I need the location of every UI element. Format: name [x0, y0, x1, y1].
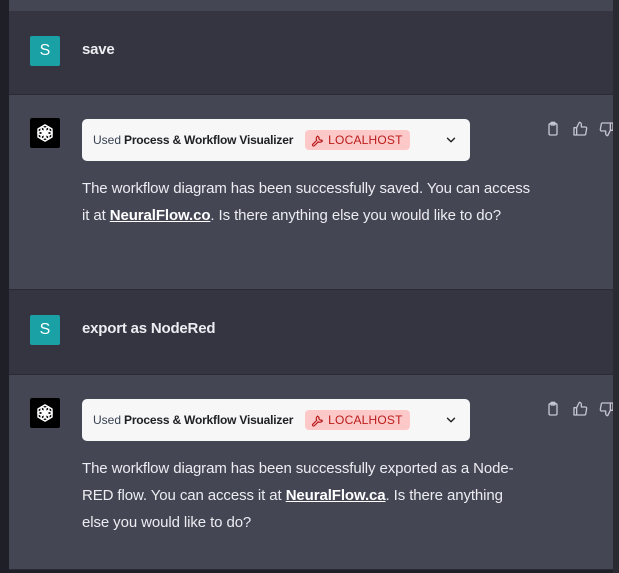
neuralflow-link[interactable]: NeuralFlow.ca	[286, 487, 386, 504]
localhost-badge: LOCALHOST	[305, 130, 410, 150]
user-message: S save	[9, 11, 613, 95]
user-message-text: save	[82, 41, 115, 58]
used-label: Used	[93, 133, 122, 147]
neuralflow-link[interactable]: NeuralFlow.co	[110, 207, 211, 224]
chat-thread: S save Used Process & Workflow Visualize…	[9, 0, 615, 573]
thumbs-up-icon[interactable]	[572, 401, 588, 422]
chevron-down-icon[interactable]	[444, 133, 458, 147]
message-actions	[545, 401, 615, 422]
plugin-usage-dropdown[interactable]: Used Process & Workflow Visualizer LOCAL…	[82, 119, 470, 161]
assistant-message-text: The workflow diagram has been successful…	[82, 460, 514, 531]
wrench-icon	[312, 414, 324, 427]
plugin-name: Process & Workflow Visualizer	[124, 133, 294, 147]
message-actions	[545, 121, 615, 142]
previous-message-edge	[9, 0, 613, 11]
assistant-message: Used Process & Workflow Visualizer LOCAL…	[9, 95, 615, 290]
openai-logo-icon	[30, 398, 60, 428]
clipboard-icon[interactable]	[545, 121, 561, 142]
localhost-badge-text: LOCALHOST	[328, 413, 403, 427]
wrench-icon	[312, 134, 324, 147]
clipboard-icon[interactable]	[545, 401, 561, 422]
plugin-name: Process & Workflow Visualizer	[124, 413, 294, 427]
chevron-down-icon[interactable]	[444, 413, 458, 427]
user-avatar: S	[30, 315, 60, 345]
thumbs-up-icon[interactable]	[572, 121, 588, 142]
plugin-usage-dropdown[interactable]: Used Process & Workflow Visualizer LOCAL…	[82, 399, 470, 441]
user-message-text: export as NodeRed	[82, 320, 216, 337]
openai-logo-icon	[30, 118, 60, 148]
used-label: Used	[93, 413, 122, 427]
user-message: S export as NodeRed	[9, 290, 613, 375]
assistant-message-text: The workflow diagram has been successful…	[82, 180, 531, 224]
scrollbar-track[interactable]	[613, 0, 619, 573]
user-avatar: S	[30, 36, 60, 66]
assistant-message: Used Process & Workflow Visualizer LOCAL…	[9, 375, 615, 570]
localhost-badge: LOCALHOST	[305, 410, 410, 430]
localhost-badge-text: LOCALHOST	[328, 133, 403, 147]
